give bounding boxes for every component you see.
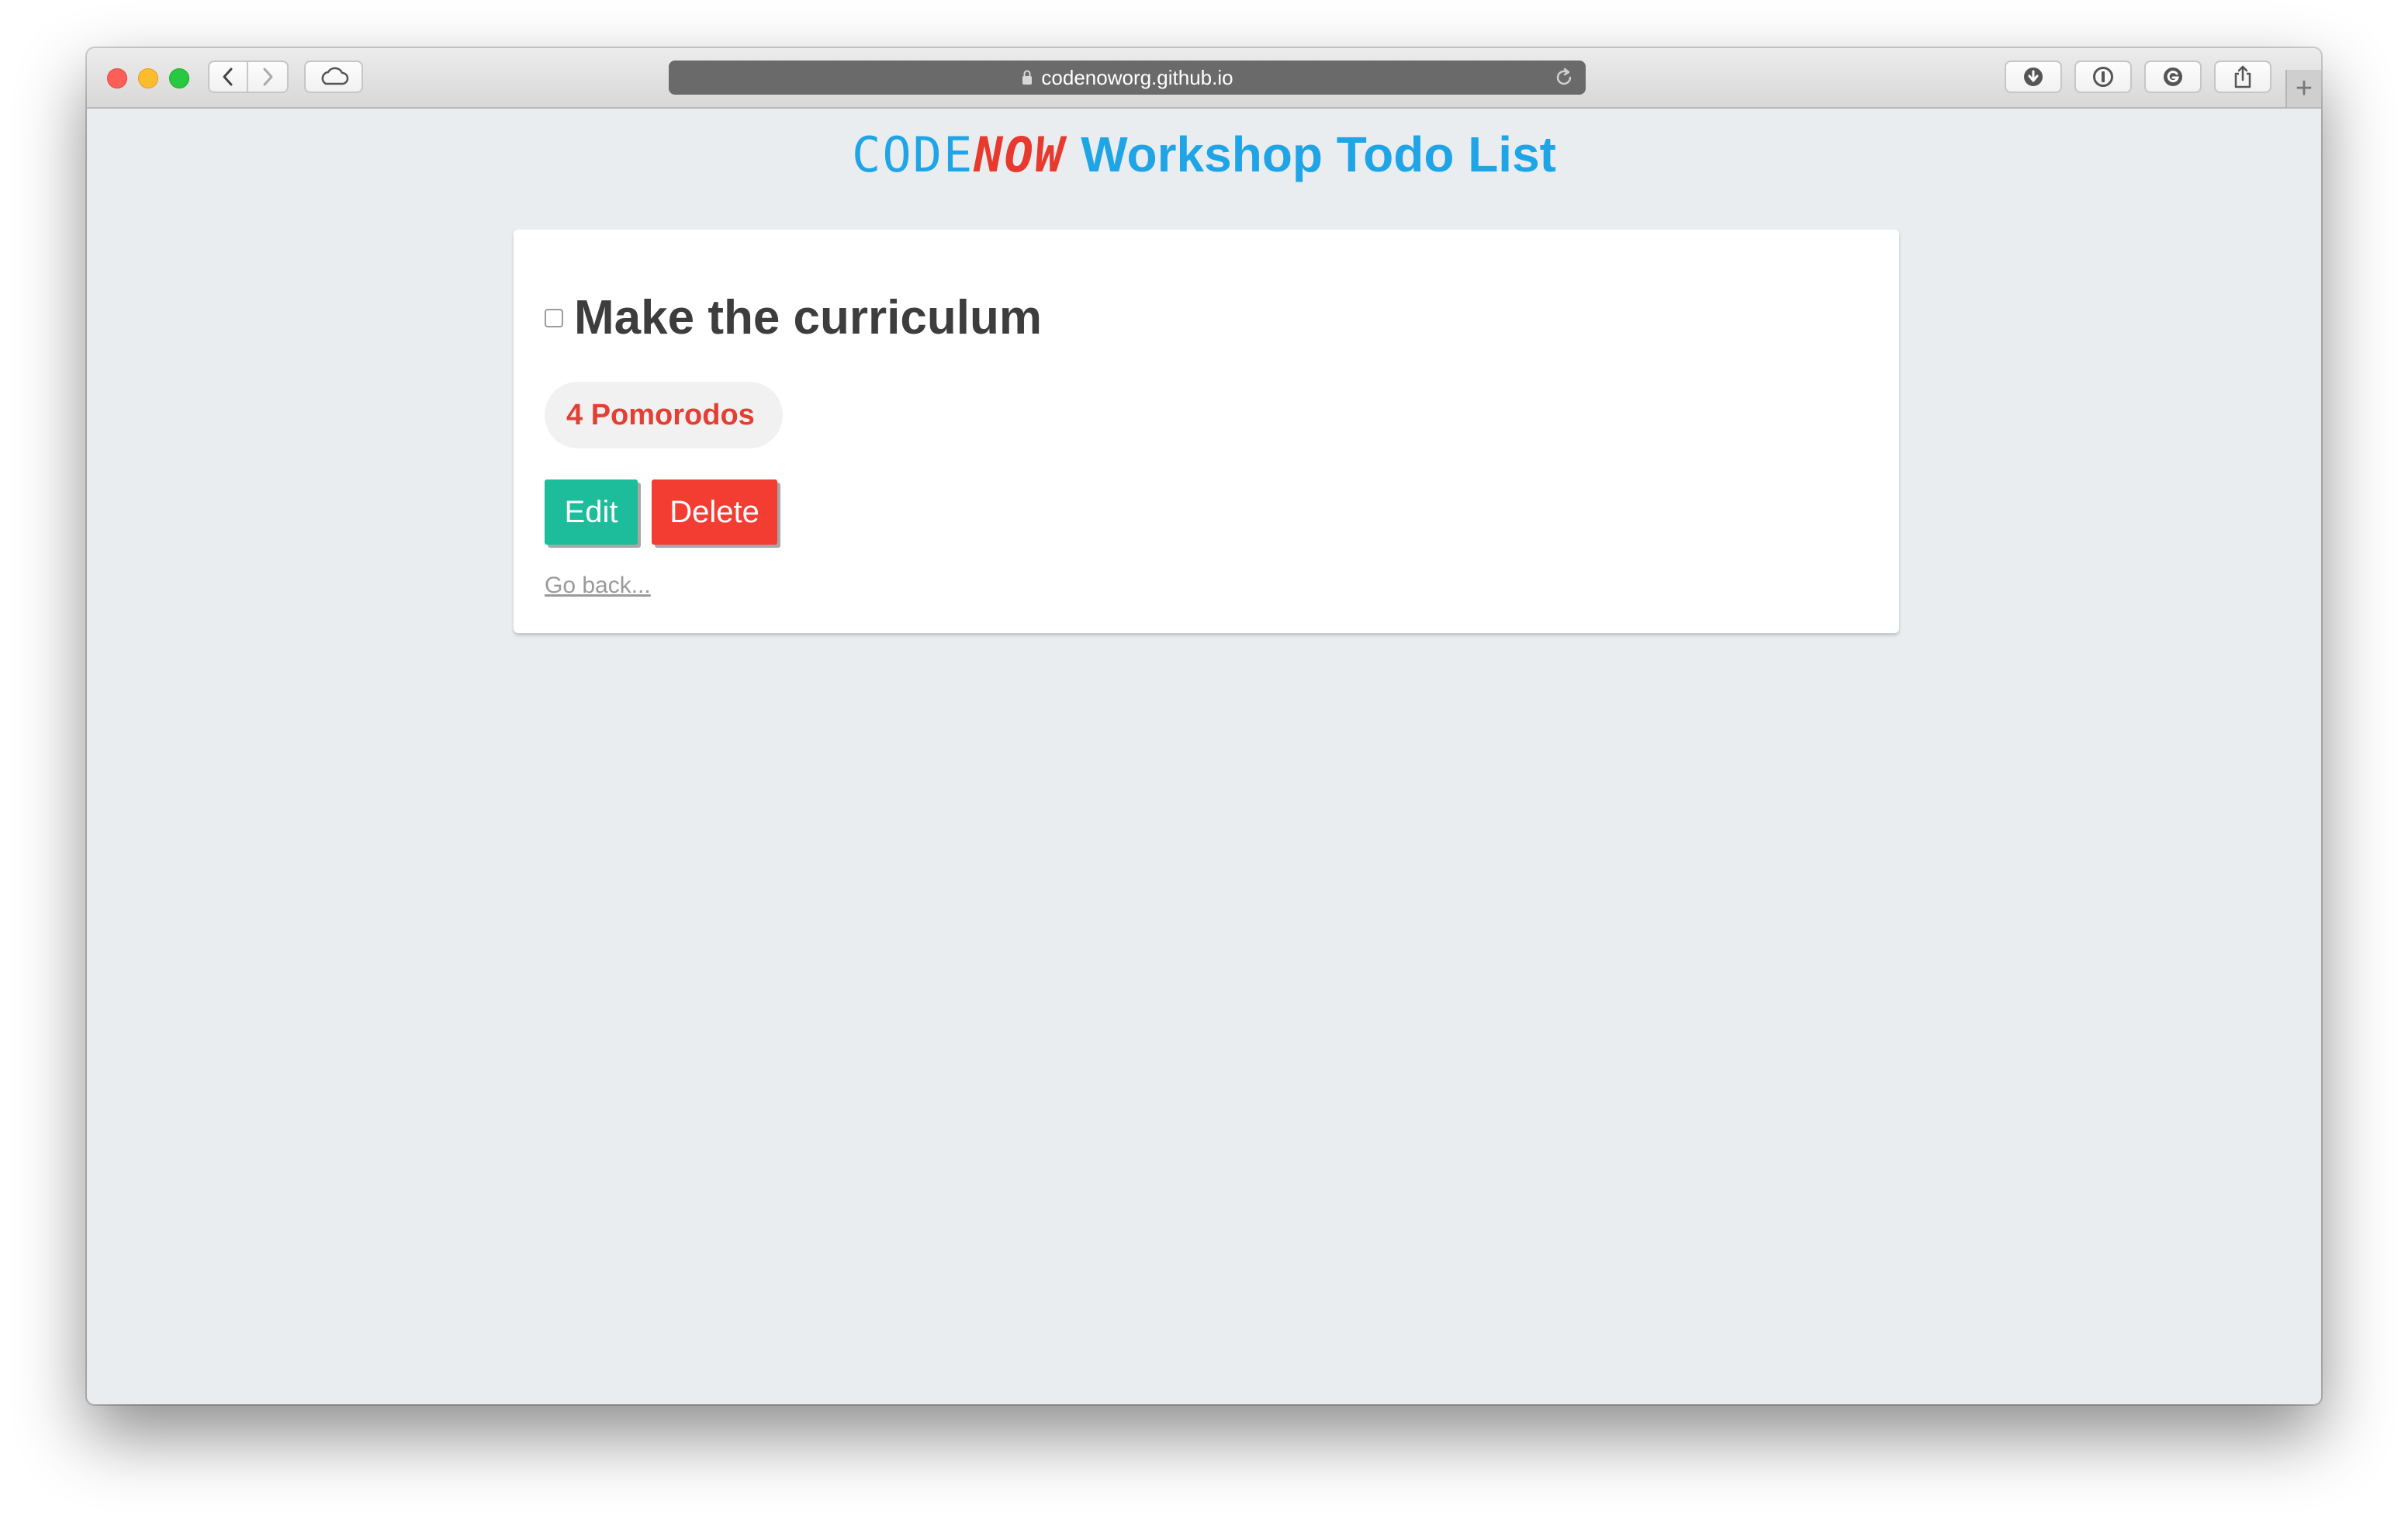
grammarly-icon <box>2164 68 2182 86</box>
page-content: CODE NOW Workshop Todo List Make the cur… <box>87 109 2321 1404</box>
password-manager-button[interactable] <box>2074 61 2132 93</box>
todo-complete-checkbox[interactable] <box>545 308 563 327</box>
password-manager-icon <box>2093 67 2113 87</box>
logo-code-text: CODE <box>852 126 974 183</box>
todo-title: Make the curriculum <box>574 291 1042 344</box>
browser-window: codenoworg.github.io + CODE NOW Workshop… <box>87 48 2321 1404</box>
download-icon <box>2024 68 2043 86</box>
edit-button[interactable]: Edit <box>545 479 638 545</box>
plus-icon: + <box>2295 71 2313 105</box>
forward-button[interactable] <box>248 61 289 93</box>
go-back-link[interactable]: Go back... <box>545 573 651 599</box>
pomodoro-count: 4 Pomorodos <box>566 398 755 431</box>
page-title: Workshop Todo List <box>1081 126 1556 182</box>
delete-button[interactable]: Delete <box>652 479 777 545</box>
navigation-buttons <box>208 61 289 93</box>
minimize-window-button[interactable] <box>138 68 158 88</box>
codenow-logo: CODE NOW <box>852 126 1065 183</box>
icloud-tabs-button[interactable] <box>304 61 363 93</box>
lock-icon <box>1022 70 1033 85</box>
address-bar[interactable]: codenoworg.github.io <box>669 61 1586 95</box>
downloads-button[interactable] <box>2005 61 2062 93</box>
cloud-icon <box>321 67 349 85</box>
browser-toolbar: codenoworg.github.io + <box>87 48 2321 109</box>
chevron-left-icon <box>223 68 233 86</box>
back-button[interactable] <box>208 61 248 93</box>
pomodoro-badge: 4 Pomorodos <box>545 382 783 448</box>
todo-card: Make the curriculum 4 Pomorodos Edit Del… <box>514 230 1899 633</box>
close-window-button[interactable] <box>107 68 127 88</box>
todo-title-row: Make the curriculum <box>545 290 1042 345</box>
new-tab-button[interactable]: + <box>2285 70 2321 107</box>
page-header: CODE NOW Workshop Todo List <box>87 126 2321 183</box>
zoom-window-button[interactable] <box>169 68 189 88</box>
logo-now-text: NOW <box>974 126 1066 183</box>
chevron-right-icon <box>263 68 273 86</box>
grammarly-button[interactable] <box>2144 61 2202 93</box>
share-icon <box>2234 65 2251 88</box>
share-button[interactable] <box>2214 61 2271 93</box>
reload-icon[interactable] <box>1553 67 1575 88</box>
url-text: codenoworg.github.io <box>1041 65 1233 89</box>
